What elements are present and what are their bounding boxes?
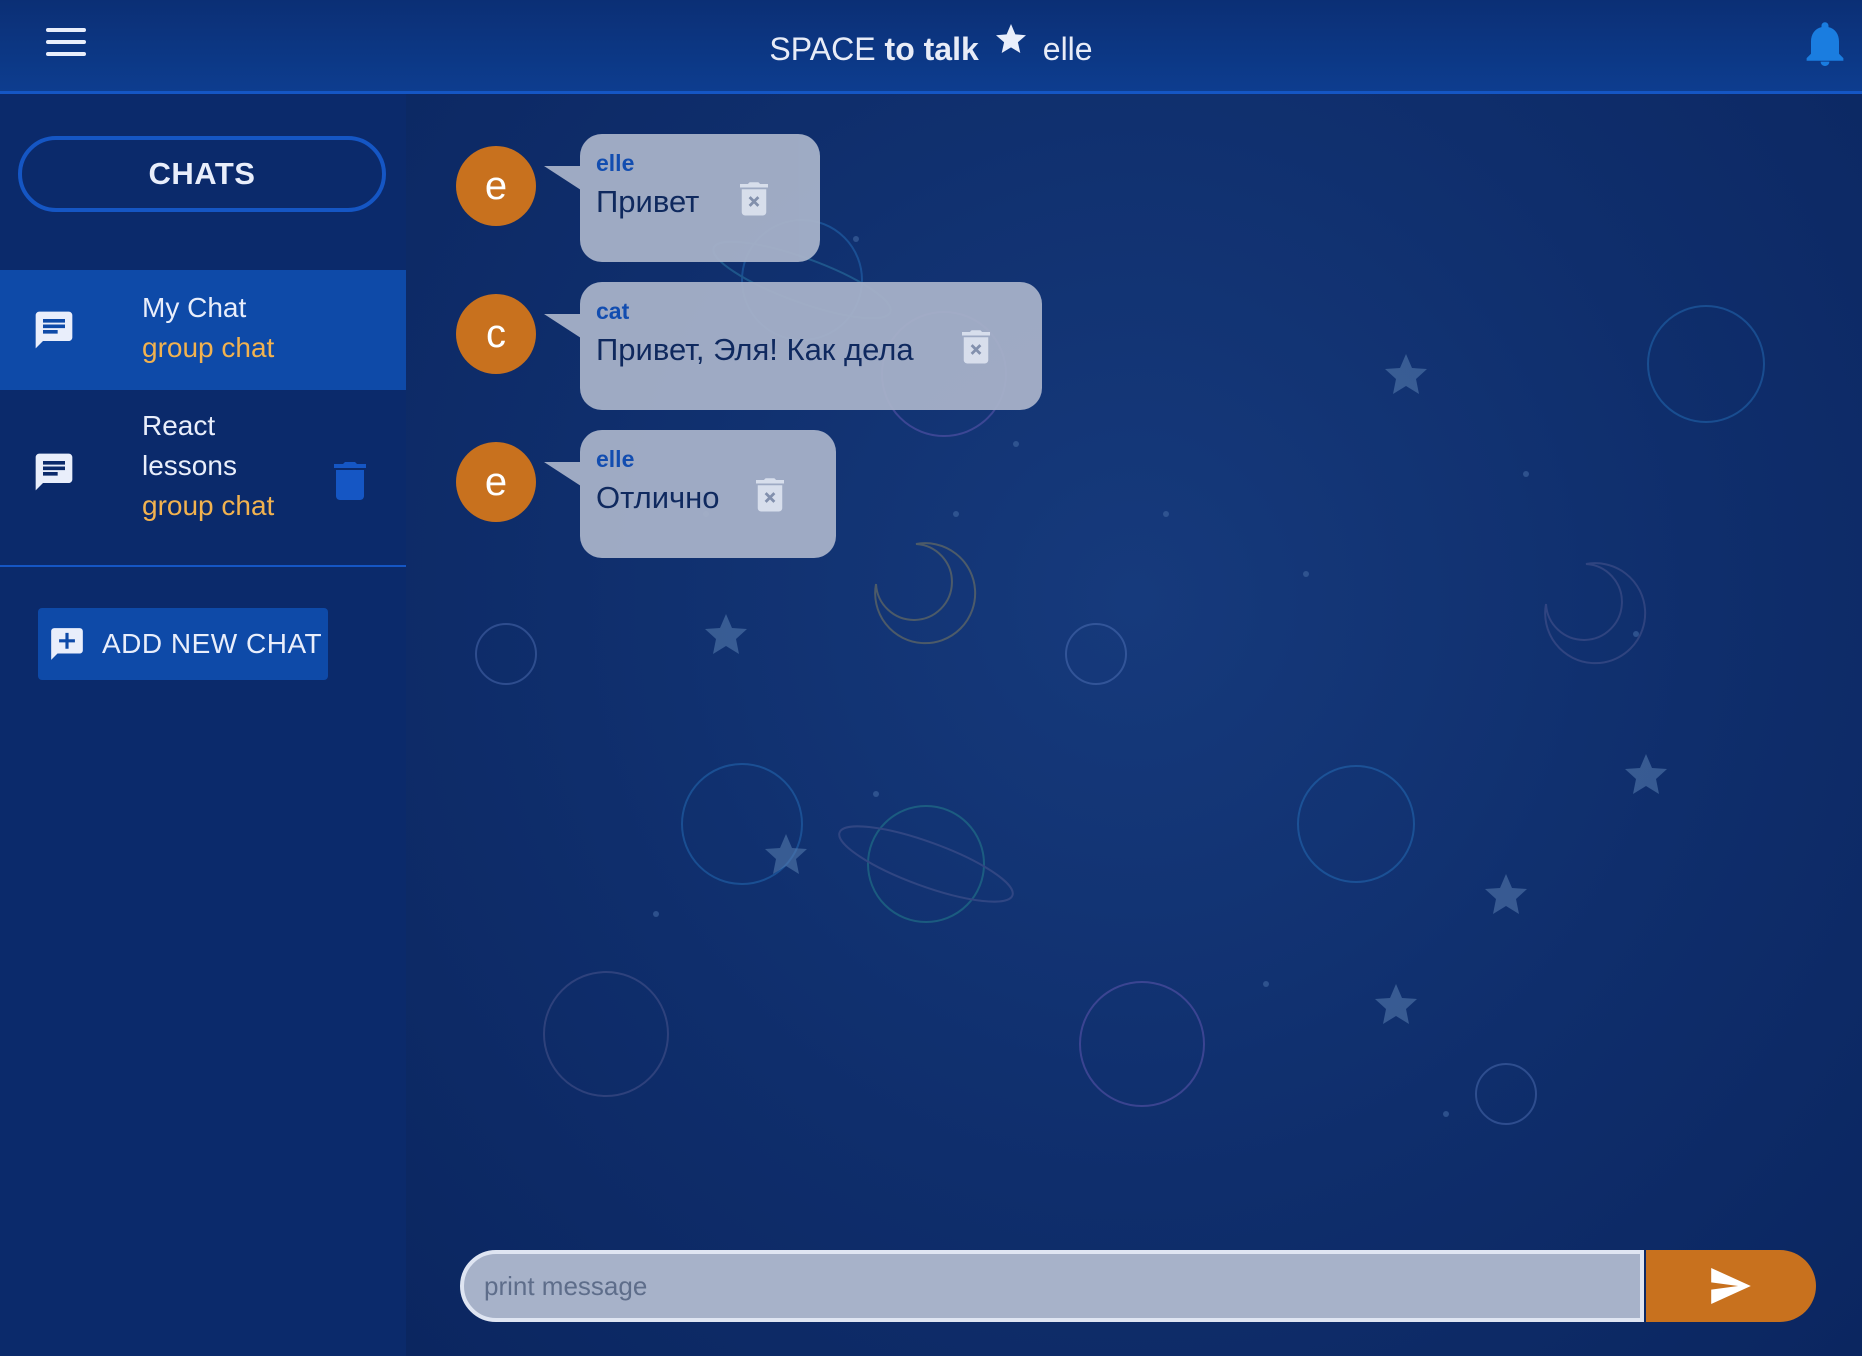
title-space: SPACE: [769, 31, 876, 67]
chat-bubble-icon: [35, 453, 73, 491]
message-bubble: elle Отлично: [544, 430, 836, 558]
delete-message-icon[interactable]: [962, 328, 990, 364]
chat-type: group chat: [142, 490, 275, 521]
avatar: c: [456, 294, 536, 374]
sidebar: CHATS My Chat group chat React lessons g…: [0, 94, 406, 1356]
avatar: e: [456, 442, 536, 522]
hamburger-menu-icon[interactable]: [46, 28, 86, 58]
message-text: Отлично: [596, 480, 720, 515]
chat-bubble-icon: [35, 311, 73, 349]
avatar: e: [456, 146, 536, 226]
chat-area: e elle Привет c cat Привет, Эля! Как дел…: [406, 94, 1862, 1356]
chat-item-react-lessons[interactable]: React lessons group chat: [0, 402, 406, 552]
message-input-wrapper: [460, 1250, 1644, 1322]
chat-name-line2: lessons: [142, 450, 237, 481]
chat-name: My Chat: [142, 292, 247, 323]
star-icon: [995, 23, 1026, 53]
add-chat-icon: [51, 628, 83, 660]
trash-icon[interactable]: [334, 460, 366, 500]
current-username: elle: [1042, 31, 1093, 67]
message-text: Привет: [596, 184, 700, 219]
title-to-talk: to talk: [884, 31, 979, 67]
message-input[interactable]: [464, 1254, 1640, 1318]
message-author: cat: [596, 298, 630, 324]
message-author: elle: [596, 150, 635, 176]
send-arrow-icon: [1711, 1268, 1751, 1304]
bell-icon[interactable]: [1804, 22, 1846, 68]
app-title: SPACE to talk elle: [769, 23, 1093, 68]
message-bubble: elle Привет: [544, 134, 820, 262]
delete-message-icon[interactable]: [756, 476, 784, 512]
add-new-chat-button[interactable]: ADD NEW CHAT: [38, 608, 328, 680]
message-bubble: cat Привет, Эля! Как дела: [544, 282, 1042, 410]
chat-type: group chat: [142, 332, 275, 363]
chat-item-my-chat[interactable]: My Chat group chat: [0, 270, 406, 390]
add-new-chat-label: ADD NEW CHAT: [102, 628, 323, 659]
send-button[interactable]: [1646, 1250, 1816, 1322]
sidebar-divider: [0, 565, 406, 567]
app-header: SPACE to talk elle: [0, 0, 1862, 94]
chat-name-line1: React: [142, 410, 216, 441]
message-text: Привет, Эля! Как дела: [596, 332, 914, 367]
chats-button[interactable]: CHATS: [18, 136, 386, 212]
message-author: elle: [596, 446, 635, 472]
delete-message-icon[interactable]: [740, 180, 768, 216]
